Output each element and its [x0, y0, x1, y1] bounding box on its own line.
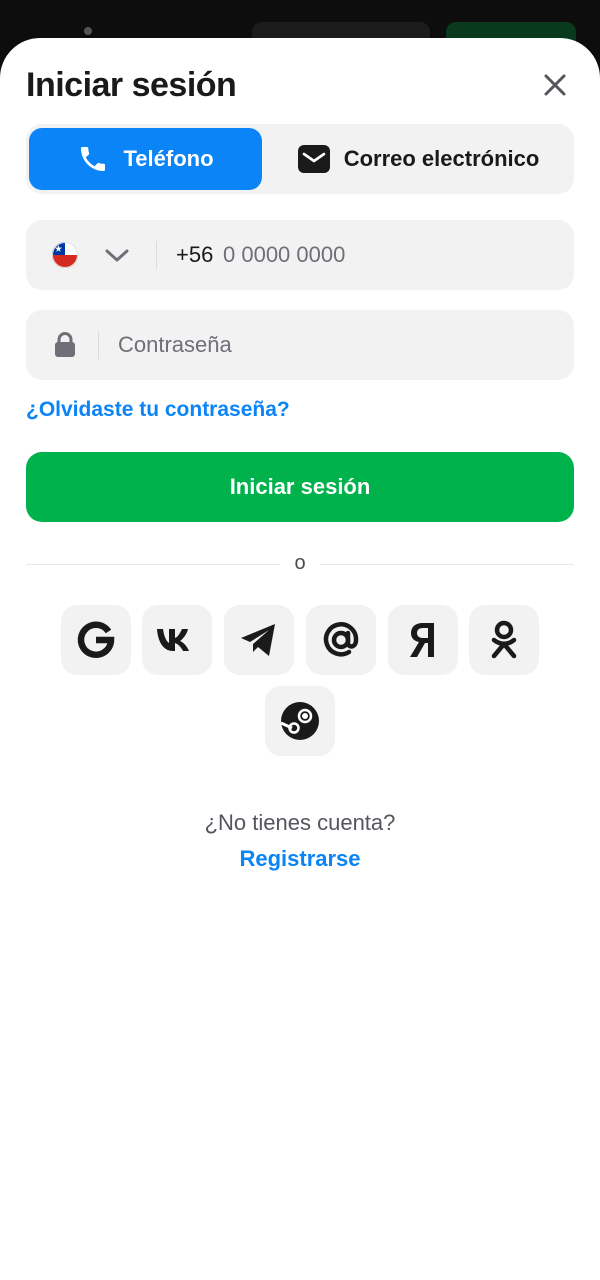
odnoklassniki-login-button[interactable]	[469, 605, 539, 675]
background-dot	[84, 27, 92, 35]
envelope-icon	[297, 145, 330, 173]
tab-email-label: Correo electrónico	[343, 146, 540, 171]
password-field	[26, 310, 574, 380]
phone-input[interactable]	[223, 237, 553, 273]
country-select-dropdown[interactable]	[104, 244, 130, 266]
phone-icon	[81, 147, 106, 171]
login-sheet: Iniciar sesión Teléfono Correo electróni…	[0, 38, 600, 1280]
login-submit-button[interactable]: Iniciar sesión	[26, 452, 574, 522]
tab-email[interactable]: Correo electrónico	[266, 128, 571, 190]
google-icon	[77, 621, 115, 658]
odnoklassniki-icon	[491, 620, 517, 659]
register-link[interactable]: Registrarse	[0, 846, 600, 872]
field-divider	[156, 241, 157, 269]
separator-line	[26, 564, 280, 565]
yandex-login-button[interactable]	[388, 605, 458, 675]
sheet-title: Iniciar sesión	[26, 66, 237, 104]
yandex-icon	[410, 623, 434, 657]
separator-text: o	[294, 552, 306, 574]
google-login-button[interactable]	[61, 605, 131, 675]
close-icon	[544, 74, 566, 96]
or-separator: o	[26, 552, 574, 578]
separator-line	[320, 564, 574, 565]
forgot-password-link[interactable]: ¿Olvidaste tu contraseña?	[26, 398, 290, 422]
field-divider	[98, 331, 99, 359]
tab-phone-label: Teléfono	[123, 146, 214, 171]
phone-country-code: +56	[176, 242, 214, 267]
no-account-text: ¿No tienes cuenta?	[204, 810, 396, 835]
lock-icon	[54, 332, 76, 358]
tab-phone[interactable]: Teléfono	[29, 128, 262, 190]
mail-ru-icon	[323, 622, 359, 657]
phone-field: +56	[26, 220, 574, 290]
steam-login-button[interactable]	[265, 686, 335, 756]
steam-icon	[280, 702, 319, 740]
mail-ru-login-button[interactable]	[306, 605, 376, 675]
vk-login-button[interactable]	[142, 605, 212, 675]
password-input[interactable]	[118, 327, 548, 363]
chevron-down-icon	[105, 249, 129, 262]
close-button[interactable]	[538, 68, 572, 102]
login-method-tabs: Teléfono Correo electrónico	[26, 124, 574, 194]
vk-icon	[157, 629, 189, 651]
telegram-login-button[interactable]	[224, 605, 294, 675]
chile-flag-icon	[52, 242, 78, 268]
telegram-icon	[241, 624, 275, 656]
